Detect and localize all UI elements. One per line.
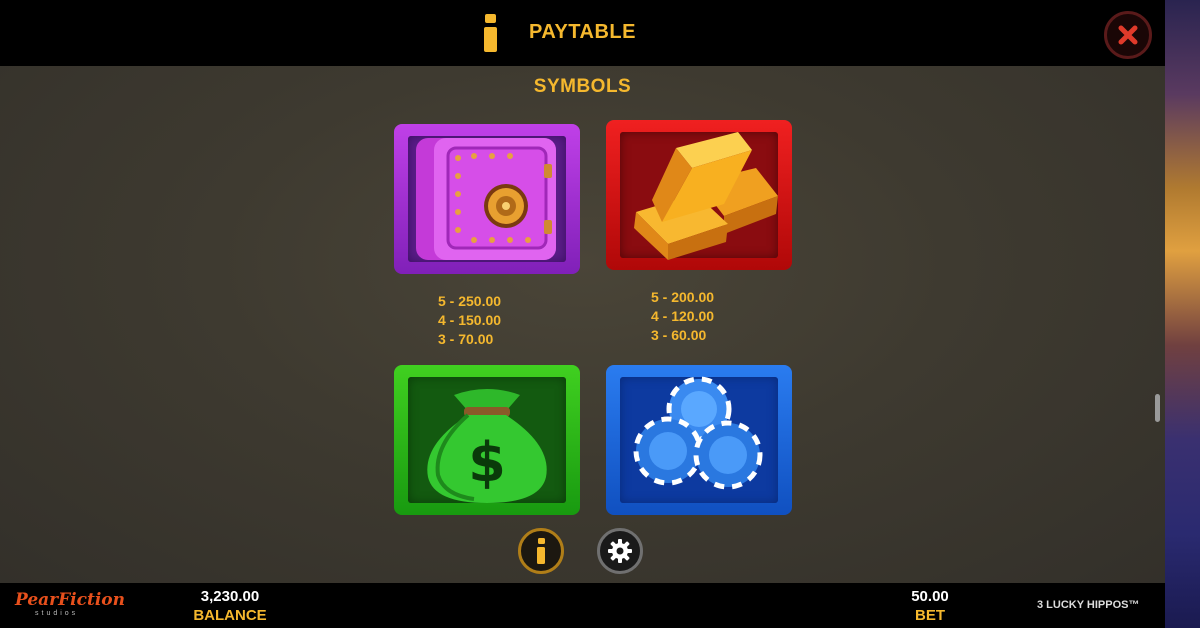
scrollbar-thumb[interactable] xyxy=(1155,394,1160,422)
game-footer xyxy=(0,583,1165,628)
paytable-title: PAYTABLE xyxy=(529,21,636,43)
info-icon xyxy=(484,14,497,52)
pay-line: 3 - 60.00 xyxy=(651,327,707,343)
info-button[interactable] xyxy=(518,528,564,574)
balance-value: 3,230.00 xyxy=(200,588,260,605)
game-title: 3 LUCKY HIPPOS™ xyxy=(1037,599,1140,611)
pay-line: 4 - 150.00 xyxy=(438,312,502,328)
pay-line: 4 - 120.00 xyxy=(651,308,715,324)
pay-line: 5 - 250.00 xyxy=(438,293,502,309)
bet-value: 50.00 xyxy=(911,588,949,605)
svg-text:$: $ xyxy=(468,431,506,494)
close-button[interactable] xyxy=(1104,11,1152,59)
balance-label: BALANCE xyxy=(193,607,267,624)
symbol-tile-safe xyxy=(394,124,580,274)
game-background-strip xyxy=(1165,0,1200,628)
poker-chips-icon xyxy=(633,376,763,490)
paytable-header: PAYTABLE xyxy=(0,0,1165,66)
paytable-gold-values: 5 - 200.00 4 - 120.00 3 - 60.00 xyxy=(651,288,714,345)
symbol-tile-money-bag: $ xyxy=(394,365,580,515)
info-icon xyxy=(537,538,545,564)
settings-button[interactable] xyxy=(597,528,643,574)
bet-label: BET xyxy=(915,607,945,624)
pay-line: 3 - 70.00 xyxy=(438,331,494,347)
symbols-heading: SYMBOLS xyxy=(533,76,632,97)
pay-line: 5 - 200.00 xyxy=(651,289,715,305)
gear-icon xyxy=(608,539,632,563)
money-bag-icon: $ xyxy=(427,389,547,503)
paytable-panel: PAYTABLE SYMBOLS 5 - 250.00 4 - 150.00 3… xyxy=(0,0,1165,583)
paytable-safe-values: 5 - 250.00 4 - 150.00 3 - 70.00 xyxy=(438,292,501,349)
symbol-tile-gold xyxy=(606,120,792,270)
gold-bars-icon xyxy=(634,132,778,260)
close-icon xyxy=(1118,25,1138,45)
safe-icon xyxy=(416,138,556,260)
symbol-tile-chips xyxy=(606,365,792,515)
brand-logo: PearFiction studios xyxy=(15,590,126,617)
